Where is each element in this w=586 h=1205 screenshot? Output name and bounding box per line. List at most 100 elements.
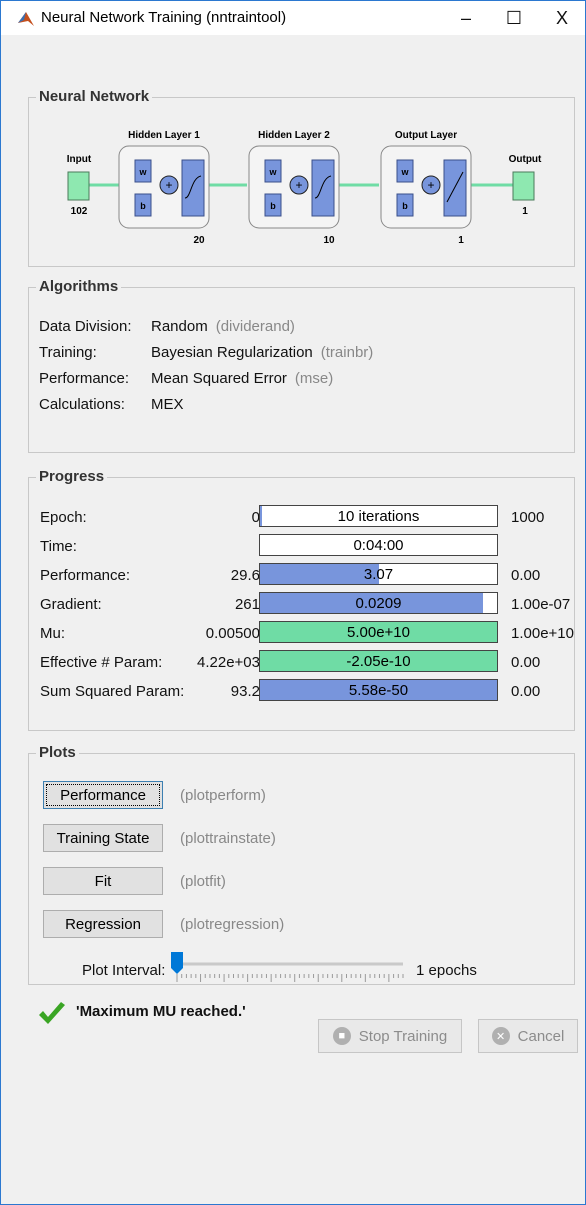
hidden-2-transfer-box [311,159,335,217]
progress-bar-text: 10 iterations [337,508,420,525]
cancel-label: Cancel [517,1027,565,1045]
progress-bar-text: 3.07 [363,566,394,583]
hidden-2-sum-label: + [295,178,302,192]
progress-end-value: 1.00e-07 [511,596,571,613]
progress-bar: 3.07 [259,563,498,585]
status-message: 'Maximum MU reached.' [76,1003,246,1020]
progress-label: Mu: [40,625,66,642]
output-label: Output [509,154,542,165]
algorithm-function: (trainbr) [320,344,374,361]
cancel-icon: ✕ [491,1027,510,1045]
output-size: 1 [522,206,528,217]
hidden-1-transfer-box [181,159,205,217]
plot-performance-button[interactable]: Performance [43,781,163,809]
plot-function: (plotfit) [180,873,226,890]
algorithm-row-data-division: Data Division: Random (dividerand) [39,318,295,335]
plot-fit-button[interactable]: Fit [43,867,163,895]
algorithm-value: Bayesian Regularization [151,344,313,361]
progress-bar-text: 5.58e-50 [348,682,409,699]
stop-icon: ■ [332,1027,351,1045]
progress-bar-text: -2.05e-10 [346,653,411,670]
progress-label: Effective # Param: [40,654,163,671]
algorithm-label: Data Division: [39,318,132,335]
progress-end-value: 1000 [511,509,545,526]
hidden-1-bias-label: b [140,201,146,211]
progress-bar: 0.0209 [259,592,498,614]
progress-panel: Progress Epoch: 0 10 iterations 1000 Time: 0:… [28,468,576,731]
progress-bar: -2.05e-10 [259,650,498,672]
progress-start-value: 93.2 [230,683,260,700]
plots-panel-title: Plots [36,744,79,761]
output-layer-title: Output Layer [395,130,457,141]
plot-interval-slider[interactable] [171,952,411,986]
progress-end-value: 1.00e+10 [511,625,574,642]
hidden-2-bias-label: b [270,201,276,211]
progress-bar-text: 5.00e+10 [347,624,410,641]
stop-training-label: Stop Training [358,1027,448,1045]
progress-row: Effective # Param: 4.22e+03 -2.05e-10 0.00 [29,650,576,674]
window-title: Neural Network Training (nntraintool) [41,9,287,26]
progress-panel-title: Progress [36,468,108,485]
plots-panel: Plots Performance (plotperform) Training… [28,744,575,986]
progress-bar: 5.58e-50 [259,679,498,701]
hidden-1-weight-label: w [138,167,147,177]
algorithms-panel: Algorithms Data Division: Random (dividera… [28,278,575,453]
algorithm-label: Performance: [39,370,130,387]
progress-end-value: 0.00 [511,567,541,584]
plot-regression-button[interactable]: Regression [43,910,163,938]
hidden-layer-1-size: 20 [193,235,205,246]
progress-start-value: 4.22e+03 [197,654,260,671]
progress-label: Gradient: [40,596,102,613]
stop-training-button[interactable]: ■ Stop Training [318,1019,462,1053]
hidden-1-sum-label: + [165,178,172,192]
algorithm-label: Training: [39,344,97,361]
title-bar: Neural Network Training (nntraintool) – … [1,1,585,35]
neural-network-panel: Neural Network Input 102 Hidden Layer 1 … [28,88,575,267]
output-weight-label: w [400,167,409,177]
algorithm-row-calculations: Calculations: MEX [39,396,192,413]
close-button[interactable]: X [539,1,585,35]
progress-start-value: 0.00500 [205,625,260,642]
algorithm-value: Mean Squared Error [151,370,287,387]
progress-end-value: 0.00 [511,654,541,671]
progress-start-value: 29.6 [230,567,260,584]
progress-label: Time: [40,538,77,555]
algorithm-function: (mse) [294,370,334,387]
hidden-layer-2-size: 10 [323,235,335,246]
input-label: Input [67,154,92,165]
progress-label: Performance: [40,567,131,584]
algorithm-value: MEX [151,396,184,413]
output-layer-size: 1 [458,235,464,246]
training-window: Neural Network Training (nntraintool) – … [0,0,586,1205]
plot-function: (plotregression) [180,916,285,933]
algorithm-row-performance: Performance: Mean Squared Error (mse) [39,370,333,387]
slider-thumb[interactable] [171,952,183,974]
progress-row: Time: 0:04:00 [29,534,576,558]
plot-training-state-button[interactable]: Training State [43,824,163,852]
output-node [512,171,535,201]
input-size: 102 [71,206,88,217]
matlab-icon [18,12,34,26]
progress-end-value: 0.00 [511,683,541,700]
plot-function: (plotperform) [180,787,266,804]
algorithm-label: Calculations: [39,396,125,413]
progress-row: Mu: 0.00500 5.00e+10 1.00e+10 [29,621,576,645]
plot-function: (plottrainstate) [180,830,276,847]
progress-row: Epoch: 0 10 iterations 1000 [29,505,576,529]
algorithm-function: (dividerand) [215,318,295,335]
progress-row: Gradient: 261 0.0209 1.00e-07 [29,592,576,616]
hidden-layer-2-title: Hidden Layer 2 [258,130,330,141]
maximize-button[interactable]: ☐ [491,1,537,35]
output-sum-label: + [427,178,434,192]
algorithm-row-training: Training: Bayesian Regularization (trainbr… [39,344,373,361]
progress-row: Sum Squared Param: 93.2 5.58e-50 0.00 [29,679,576,703]
cancel-button[interactable]: ✕ Cancel [478,1019,578,1053]
algorithm-value: Random [151,318,208,335]
minimize-button[interactable]: – [443,1,489,35]
progress-label: Epoch: [40,509,87,526]
plot-interval-label: Plot Interval: [82,962,166,979]
progress-row: Performance: 29.6 3.07 0.00 [29,563,576,587]
plot-interval-value: 1 epochs [416,962,477,979]
progress-label: Sum Squared Param: [40,683,185,700]
progress-bar-text: 0:04:00 [353,537,404,554]
